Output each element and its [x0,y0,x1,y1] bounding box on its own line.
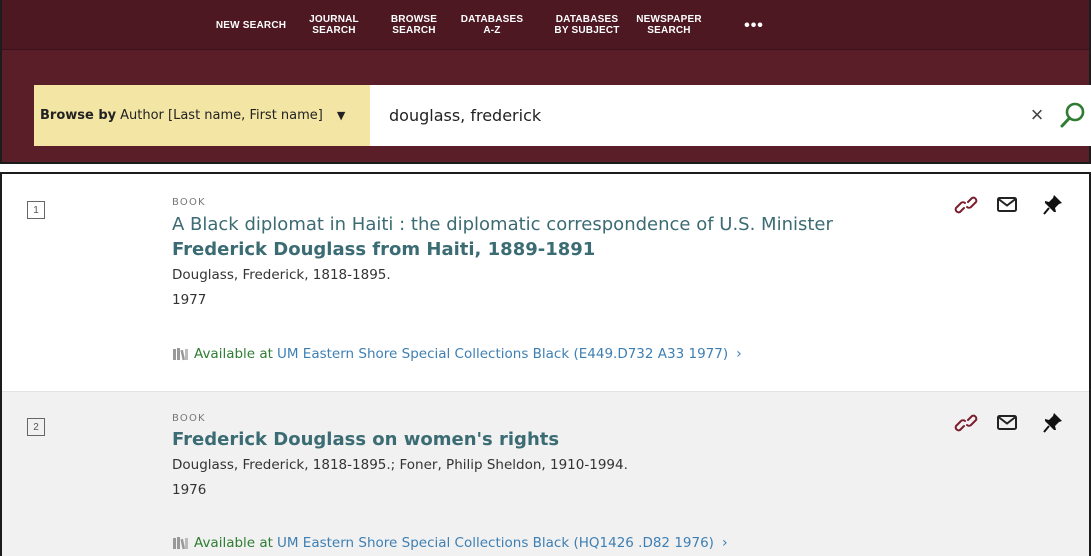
search-icon[interactable] [1058,99,1088,131]
book-icon [173,537,188,550]
result-index: 2 [27,418,45,436]
header: NEW SEARCH JOURNAL SEARCH BROWSE SEARCH … [0,0,1091,164]
nav-label: JOURNAL [309,14,359,25]
chevron-right-icon: › [736,346,742,362]
title-highlight: Frederick Douglass on women's rights [172,429,560,450]
availability-link[interactable]: Available at UM Eastern Shore Special Co… [172,344,742,364]
chevron-right-icon: › [721,535,728,551]
link-icon[interactable] [954,410,978,436]
availability-status: Available at [194,346,273,362]
browse-by-label: Browse by [40,108,117,123]
book-icon [173,348,188,361]
availability-link[interactable]: Available at UM Eastern Shore Special Co… [172,533,728,553]
browse-by-value: Author [Last name, First name] [120,108,323,123]
result-item: 1 BOOK A Black diplomat in Haiti : the d… [2,174,1089,392]
result-year: 1977 [172,292,207,308]
email-icon[interactable] [995,192,1019,218]
nav-label: SEARCH [392,25,436,36]
result-title[interactable]: Frederick Douglass on women's rights [172,427,892,452]
pin-icon[interactable] [1041,192,1065,218]
result-author: Douglass, Frederick, 1818-1895.; Foner, … [172,457,628,473]
nav-label: BROWSE [390,14,438,25]
nav-label: NEW SEARCH [215,19,287,31]
search-input[interactable] [389,85,949,146]
nav-browse-search[interactable]: BROWSE SEARCH [382,0,446,50]
result-title[interactable]: A Black diplomat in Haiti : the diplomat… [172,212,892,262]
nav-label: BY SUBJECT [554,25,620,36]
result-type: BOOK [172,197,206,208]
nav-label: NEWSPAPER [636,14,702,25]
nav-journal-search[interactable]: JOURNAL SEARCH [300,0,368,50]
link-icon[interactable] [954,192,978,218]
search-bar: Browse by Author [Last name, First name]… [34,85,1091,146]
title-text: A Black diplomat in Haiti : the diplomat… [172,214,833,235]
nav-databases-by-subject[interactable]: DATABASES BY SUBJECT [552,0,622,50]
nav-label: DATABASES [460,14,524,25]
chevron-down-icon: ▼ [336,109,346,122]
nav-label: SEARCH [647,25,691,36]
top-navigation: NEW SEARCH JOURNAL SEARCH BROWSE SEARCH … [2,0,1089,50]
nav-label: SEARCH [312,25,356,36]
nav-databases-az[interactable]: DATABASES A-Z [460,0,524,50]
title-highlight: Frederick Douglass from Haiti, 1889-1891 [172,239,596,260]
results-list: 1 BOOK A Black diplomat in Haiti : the d… [0,172,1091,556]
close-icon[interactable]: × [1025,101,1049,129]
browse-by-dropdown[interactable]: Browse by Author [Last name, First name]… [34,85,370,146]
result-year: 1976 [172,482,207,498]
nav-more-button[interactable]: ••• [738,0,770,50]
nav-label: DATABASES [555,14,619,25]
availability-location: UM Eastern Shore Special Collections Bla… [276,346,729,362]
result-item: 2 BOOK Frederick Douglass on women's rig… [2,392,1089,556]
result-type: BOOK [172,413,206,424]
nav-newspaper-search[interactable]: NEWSPAPER SEARCH [632,0,706,50]
availability-status: Available at [194,535,273,551]
pin-icon[interactable] [1041,410,1065,436]
nav-new-search[interactable]: NEW SEARCH [210,0,292,50]
result-author: Douglass, Frederick, 1818-1895. [172,267,391,283]
nav-label: A-Z [483,25,501,36]
email-icon[interactable] [995,410,1019,436]
availability-location: UM Eastern Shore Special Collections Bla… [276,535,714,551]
result-index: 1 [27,201,45,219]
